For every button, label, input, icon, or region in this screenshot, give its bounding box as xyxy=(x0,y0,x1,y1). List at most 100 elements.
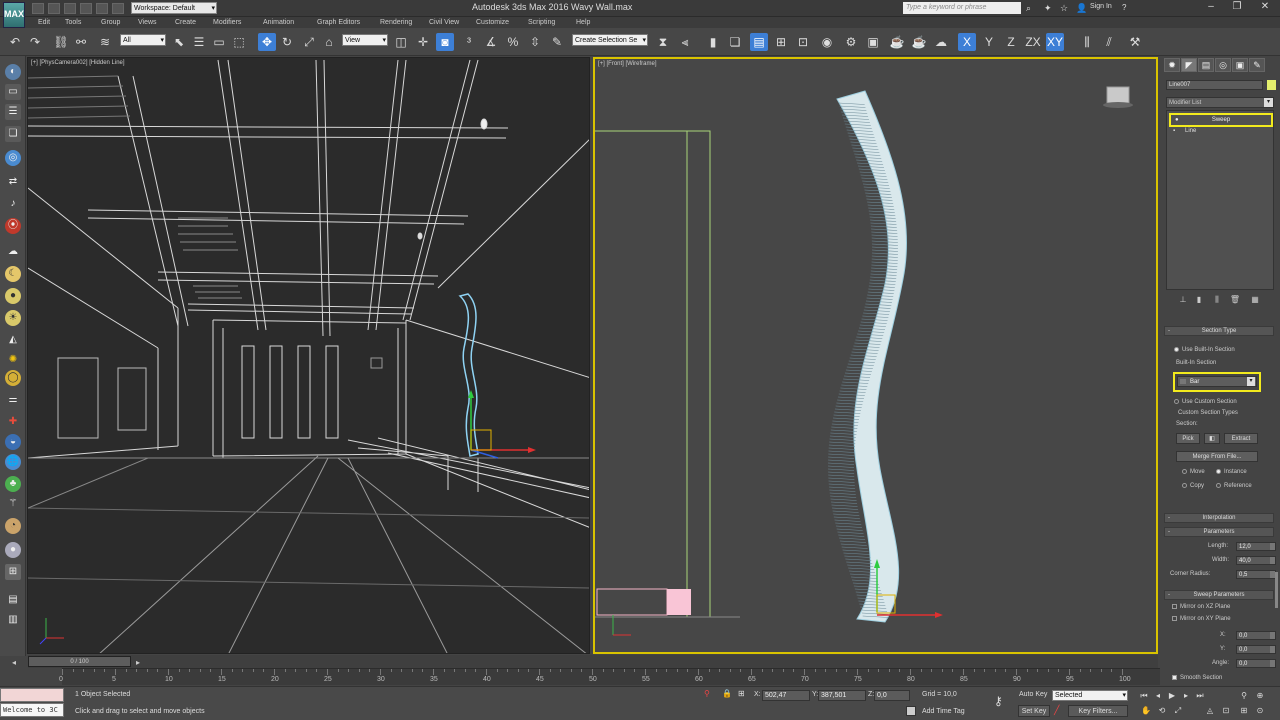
maxscript-mini-listener[interactable] xyxy=(0,688,64,702)
search-icon[interactable]: ⌕ xyxy=(1026,3,1031,14)
selection-lock-icon[interactable]: 🔒 xyxy=(722,689,732,698)
render-setup-icon[interactable]: ⚙ xyxy=(842,33,860,51)
percent-snap-icon[interactable]: % xyxy=(504,33,522,51)
offset-y-spinner[interactable]: 0,0 xyxy=(1236,645,1276,654)
object-color-swatch[interactable] xyxy=(1267,80,1276,90)
daylight-icon[interactable]: ✺ xyxy=(5,352,21,368)
spot-light-icon[interactable]: ● xyxy=(5,288,21,304)
prev-frame-icon[interactable]: ◂ xyxy=(12,658,16,667)
use-custom-radio[interactable]: Use Custom Section xyxy=(1174,399,1237,405)
redo-icon[interactable]: ↷ xyxy=(26,33,44,51)
go-to-start-icon[interactable]: ⏮ xyxy=(1138,690,1150,702)
workspace-dropdown[interactable]: Workspace: Default ▾ xyxy=(131,2,217,14)
menu-tools[interactable]: Tools xyxy=(65,17,81,28)
select-and-move-icon[interactable]: ✥ xyxy=(258,33,276,51)
modify-tab-icon[interactable]: ◤ xyxy=(1181,58,1197,72)
close-icon[interactable]: ✕ xyxy=(1252,0,1278,14)
edit-named-selection-icon[interactable]: ✎ xyxy=(548,33,566,51)
axis-x-button[interactable]: X xyxy=(958,33,976,51)
maximize-viewport-icon[interactable]: ⊡ xyxy=(1220,705,1232,717)
reference-radio[interactable]: Reference xyxy=(1216,483,1252,489)
corner-radius-spinner[interactable]: 0,5 xyxy=(1236,570,1276,579)
field-of-view-icon[interactable]: ◬ xyxy=(1204,705,1216,717)
bind-space-warp-icon[interactable]: ≋ xyxy=(96,33,114,51)
search-input[interactable]: Type a keyword or phrase xyxy=(903,2,1021,14)
rollout-section-type[interactable]: Section Type xyxy=(1164,326,1274,336)
menu-modifiers[interactable]: Modifiers xyxy=(213,17,241,28)
angle-snap-icon[interactable]: ∡ xyxy=(482,33,500,51)
viewport-label-right[interactable]: [+] [Front] [Wireframe] xyxy=(598,61,657,67)
zoom-region-icon[interactable]: ⊞ xyxy=(1238,705,1250,717)
select-and-rotate-icon[interactable]: ↻ xyxy=(278,33,296,51)
user-icon[interactable]: 👤 xyxy=(1076,3,1087,14)
width-spinner[interactable]: 40,0 xyxy=(1236,556,1276,565)
pan-icon[interactable]: ✋ xyxy=(1140,705,1152,717)
mirror-xz-checkbox[interactable]: Mirror on XZ Plane xyxy=(1172,604,1230,610)
camera-viewport[interactable]: [+] [PhysCamera002] [Hidden Line] xyxy=(27,57,590,654)
go-to-end-icon[interactable]: ⏭ xyxy=(1194,690,1206,702)
snaps-toggle-icon[interactable]: ³ xyxy=(460,33,478,51)
time-slider[interactable]: 0 / 100 xyxy=(28,656,131,667)
sign-in-link[interactable]: Sign In xyxy=(1090,3,1112,10)
rollout-parameters[interactable]: Parameters xyxy=(1164,527,1274,537)
maxscript-output[interactable]: Welcome to 3C xyxy=(0,703,64,717)
instance-radio[interactable]: Instance xyxy=(1216,469,1247,475)
pivot-center-icon[interactable]: ◫ xyxy=(392,33,410,51)
pick-button[interactable]: Pick xyxy=(1176,433,1200,444)
mirror-icon[interactable]: ⧗ xyxy=(654,33,672,51)
key-icon[interactable]: ⚷ xyxy=(994,694,1003,708)
rendered-frame-window-icon[interactable]: ▣ xyxy=(864,33,882,51)
copy-radio[interactable]: Copy xyxy=(1182,483,1204,489)
display-tab-icon[interactable]: ▣ xyxy=(1232,58,1248,72)
light-cone-icon[interactable]: ◭ xyxy=(5,332,21,348)
spacing-tool-icon[interactable]: ⫽ xyxy=(1100,33,1118,51)
stack-item-line[interactable]: ▪ Line xyxy=(1169,127,1273,136)
next-key-icon[interactable]: ▸ xyxy=(1180,690,1192,702)
menu-graph-editors[interactable]: Graph Editors xyxy=(317,17,360,28)
layer-manager-icon[interactable]: ❏ xyxy=(726,33,744,51)
arrows-icon[interactable]: ⇄ xyxy=(5,174,21,190)
zoom-all-icon[interactable]: ⊕ xyxy=(1254,690,1266,702)
undo-quick-icon[interactable] xyxy=(80,3,92,14)
ribbon-icon[interactable]: ▤ xyxy=(750,33,768,51)
manipulate-icon[interactable]: ✛ xyxy=(414,33,432,51)
align-icon[interactable]: ⫷ xyxy=(676,33,694,51)
sphere-icon[interactable]: ● xyxy=(5,542,21,558)
panel-scrollbar[interactable] xyxy=(1275,572,1278,608)
track-bar[interactable]: 0 5 10 15 20 25 30 35 40 45 50 55 60 65 70 75 80 85 90 95 10… xyxy=(59,668,1160,685)
time-slider-track[interactable] xyxy=(28,655,1158,668)
menu-scripting[interactable]: Scripting xyxy=(528,17,555,28)
isolate-selection-icon[interactable]: ⚲ xyxy=(704,689,710,698)
rollout-interpolation[interactable]: Interpolation xyxy=(1164,513,1274,523)
motion-tab-icon[interactable]: ◎ xyxy=(1215,58,1231,72)
add-time-tag[interactable]: Add Time Tag xyxy=(922,708,965,715)
extract-button[interactable]: Extract xyxy=(1224,433,1258,444)
selection-filter-dropdown[interactable]: All ▾ xyxy=(120,34,166,46)
bulb-icon[interactable]: ● xyxy=(1175,115,1179,125)
named-selection-dropdown[interactable]: Create Selection Se ▾ xyxy=(572,34,648,46)
render-iterative-icon[interactable]: ☕ xyxy=(910,33,928,51)
rectangular-selection-icon[interactable]: ▭ xyxy=(210,33,228,51)
reference-coordinate-dropdown[interactable]: View ▾ xyxy=(342,34,388,46)
zoom-icon[interactable]: ⚲ xyxy=(1238,690,1250,702)
viewport-label-left[interactable]: [+] [PhysCamera002] [Hidden Line] xyxy=(31,60,125,66)
axis-xy-button[interactable]: XY xyxy=(1046,33,1064,51)
orbit-icon[interactable]: ⟲ xyxy=(1156,705,1168,717)
angle-spinner[interactable]: 0,0 xyxy=(1236,659,1276,668)
object-name-field[interactable]: Line007 xyxy=(1166,80,1263,90)
previous-key-icon[interactable]: ◂ xyxy=(1152,690,1164,702)
material-editor-icon[interactable]: ◉ xyxy=(818,33,836,51)
move-radio[interactable]: Move xyxy=(1182,469,1205,475)
spinner-snap-icon[interactable]: ⇳ xyxy=(526,33,544,51)
create-panel-icon[interactable]: ◐ xyxy=(5,64,21,80)
record-icon[interactable]: ⦿ xyxy=(5,218,21,234)
key-mode-icon[interactable]: ╱ xyxy=(1054,705,1059,716)
pick-shape-icon[interactable]: ◧ xyxy=(1204,433,1220,444)
bones-icon[interactable]: ⚚ xyxy=(5,496,21,512)
merge-from-file-button[interactable]: Merge From File... xyxy=(1176,451,1258,462)
cloud-icon[interactable]: ☁ xyxy=(5,244,21,260)
remove-modifier-icon[interactable]: 🗑 xyxy=(1228,294,1242,306)
menu-rendering[interactable]: Rendering xyxy=(380,17,412,28)
subscription-icon[interactable]: ✦ xyxy=(1044,3,1052,14)
menu-edit[interactable]: Edit xyxy=(38,17,50,28)
